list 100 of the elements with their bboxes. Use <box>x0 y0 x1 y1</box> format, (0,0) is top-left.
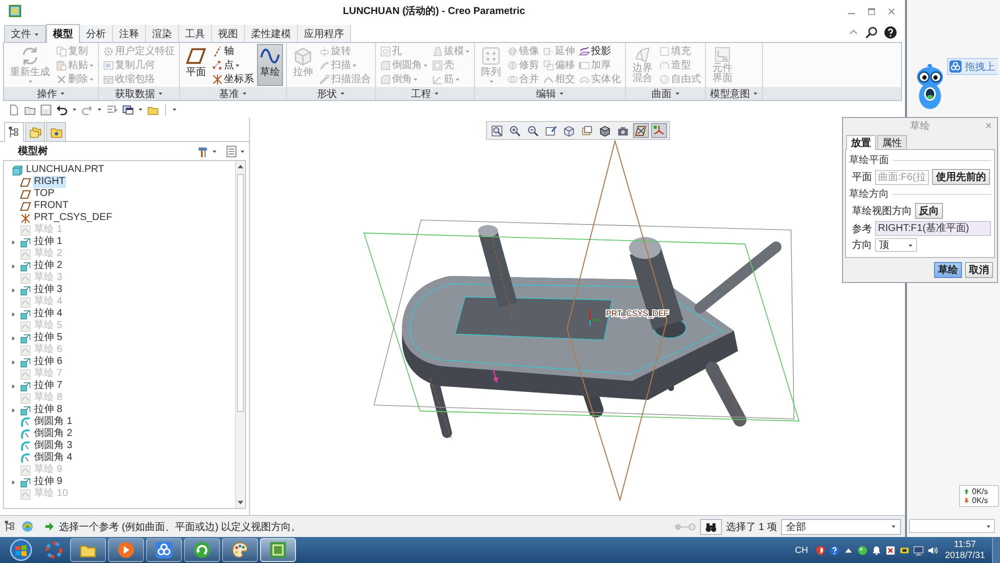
save-icon[interactable] <box>40 104 52 116</box>
taskbar-button[interactable] <box>184 538 220 562</box>
tree-item[interactable]: 拉伸 3 <box>33 284 64 296</box>
expand-arrow-icon[interactable] <box>10 262 16 270</box>
expand-arrow-icon[interactable] <box>10 310 16 318</box>
find-button[interactable] <box>700 518 722 534</box>
tree-item[interactable]: 拉伸 9 <box>33 476 64 488</box>
ribbon-tab[interactable]: 柔性建模 <box>245 25 298 42</box>
ball-icon[interactable] <box>856 544 868 556</box>
caret-icon[interactable] <box>212 148 217 154</box>
clock[interactable]: 11:57 2018/7/31 <box>940 539 989 561</box>
app-icon[interactable] <box>8 4 22 18</box>
tree-item[interactable]: 拉伸 7 <box>33 380 64 392</box>
taskbar-button[interactable] <box>70 538 106 562</box>
ribbon-tab[interactable]: 分析 <box>80 25 113 42</box>
tree-item[interactable]: 拉伸 1 <box>33 236 64 248</box>
caret-icon[interactable] <box>72 107 77 112</box>
caret-icon[interactable] <box>172 107 177 112</box>
ribbon-button[interactable]: 平面 <box>183 44 209 86</box>
ribbon-tab[interactable]: 应用程序 <box>298 25 351 42</box>
cartoon-mascot-icon[interactable] <box>915 63 945 111</box>
ribbon-tab[interactable]: 工具 <box>179 25 212 42</box>
tree-item[interactable]: 倒圆角 2 <box>33 428 74 440</box>
list-icon[interactable] <box>225 144 238 158</box>
datum-plane[interactable] <box>566 139 668 502</box>
tree-item[interactable]: 倒圆角 1 <box>33 416 74 428</box>
dialog-tab[interactable]: 属性 <box>877 135 907 149</box>
tree-item[interactable]: 拉伸 5 <box>33 332 64 344</box>
filter-dropdown[interactable]: 全部 <box>781 518 901 534</box>
expand-arrow-icon[interactable] <box>10 286 16 294</box>
taskbar-button[interactable] <box>260 538 296 562</box>
flip-button[interactable]: 反向 <box>915 203 943 219</box>
maximize-icon[interactable] <box>866 6 877 16</box>
expand-arrow-icon[interactable] <box>10 406 16 414</box>
expand-arrow-icon[interactable] <box>10 334 16 342</box>
undo-icon[interactable] <box>56 104 68 116</box>
cancel-button[interactable]: 取消 <box>965 262 993 278</box>
caret-icon[interactable] <box>240 148 245 154</box>
tree-item[interactable]: TOP <box>33 188 56 200</box>
x-mark-icon[interactable] <box>884 544 896 556</box>
taskbar-button[interactable] <box>108 538 144 562</box>
tree-item[interactable]: RIGHT <box>33 176 66 188</box>
tree-item[interactable]: 拉伸 4 <box>33 308 64 320</box>
shield-icon[interactable] <box>814 544 826 556</box>
toolbar-button[interactable] <box>632 123 648 138</box>
ribbon-tab[interactable]: 模型 <box>46 24 80 43</box>
search-icon[interactable] <box>865 26 878 38</box>
tree-item[interactable]: FRONT <box>33 200 70 212</box>
new-file-icon[interactable] <box>8 104 20 116</box>
bell-icon[interactable] <box>870 544 882 556</box>
navigator-tab[interactable] <box>46 122 66 141</box>
caret-icon[interactable] <box>138 107 143 112</box>
tree-item[interactable]: PRT_CSYS_DEF <box>33 212 114 224</box>
ribbon-tab[interactable]: 视图 <box>212 25 245 42</box>
tree-item[interactable]: LUNCHUAN.PRT <box>25 164 106 176</box>
tree-icon[interactable] <box>4 520 17 533</box>
dialog-tab[interactable]: 放置 <box>846 135 876 150</box>
expand-arrow-icon[interactable] <box>10 382 16 390</box>
tree-item[interactable]: 倒圆角 4 <box>33 452 74 464</box>
file-menu-button[interactable]: 文件 <box>4 25 46 42</box>
reference-field[interactable]: RIGHT:F1(基准平面) <box>875 221 991 236</box>
ribbon-button[interactable]: 坐标系 <box>211 72 255 86</box>
taskbar-button[interactable] <box>222 538 258 562</box>
lines-arrow-icon[interactable] <box>106 104 118 116</box>
vertical-scrollbar[interactable] <box>235 161 245 508</box>
caret-icon[interactable] <box>97 107 102 112</box>
dropdown-field[interactable] <box>909 519 995 533</box>
scrollbar-thumb[interactable] <box>237 174 244 412</box>
tree-item[interactable]: 倒圆角 3 <box>33 440 74 452</box>
use-previous-button[interactable]: 使用先前的 <box>932 169 990 185</box>
taskbar-button[interactable] <box>146 538 182 562</box>
close-icon[interactable] <box>886 6 897 16</box>
language-indicator[interactable]: CH <box>794 545 808 555</box>
toggle-switch-icon[interactable] <box>674 522 696 530</box>
navigator-tab[interactable] <box>4 122 24 142</box>
toolbar-button[interactable] <box>650 123 666 138</box>
color-sphere-icon[interactable] <box>21 520 34 533</box>
scroll-down-icon[interactable] <box>236 498 245 507</box>
ribbon-tab[interactable]: 渲染 <box>146 25 179 42</box>
ribbon-button[interactable]: 投影 <box>578 44 622 58</box>
expand-arrow-icon[interactable] <box>10 358 16 366</box>
tree-item[interactable]: 拉伸 8 <box>33 404 64 416</box>
ribbon-tab[interactable]: 注释 <box>113 25 146 42</box>
direction-dropdown[interactable]: 顶 <box>875 238 917 252</box>
question-icon[interactable] <box>828 544 840 556</box>
sketch-button[interactable]: 草绘 <box>934 262 962 278</box>
ribbon-button[interactable]: 点 <box>211 58 255 72</box>
tree-item[interactable]: 拉伸 2 <box>33 260 64 272</box>
ribbon-button[interactable]: 草绘 <box>257 44 283 86</box>
close-icon[interactable] <box>984 121 993 130</box>
scroll-up-icon[interactable] <box>236 162 245 171</box>
expand-arrow-icon[interactable] <box>10 478 16 486</box>
tree-item[interactable]: 拉伸 6 <box>33 356 64 368</box>
toolbar-button[interactable] <box>596 123 612 138</box>
expand-arrow-icon[interactable] <box>10 238 16 246</box>
hammer-icon[interactable] <box>197 144 210 158</box>
part-model-drawing[interactable] <box>402 225 782 440</box>
help-icon[interactable] <box>884 26 897 38</box>
volume-icon[interactable] <box>926 544 938 556</box>
network-icon[interactable] <box>912 544 924 556</box>
